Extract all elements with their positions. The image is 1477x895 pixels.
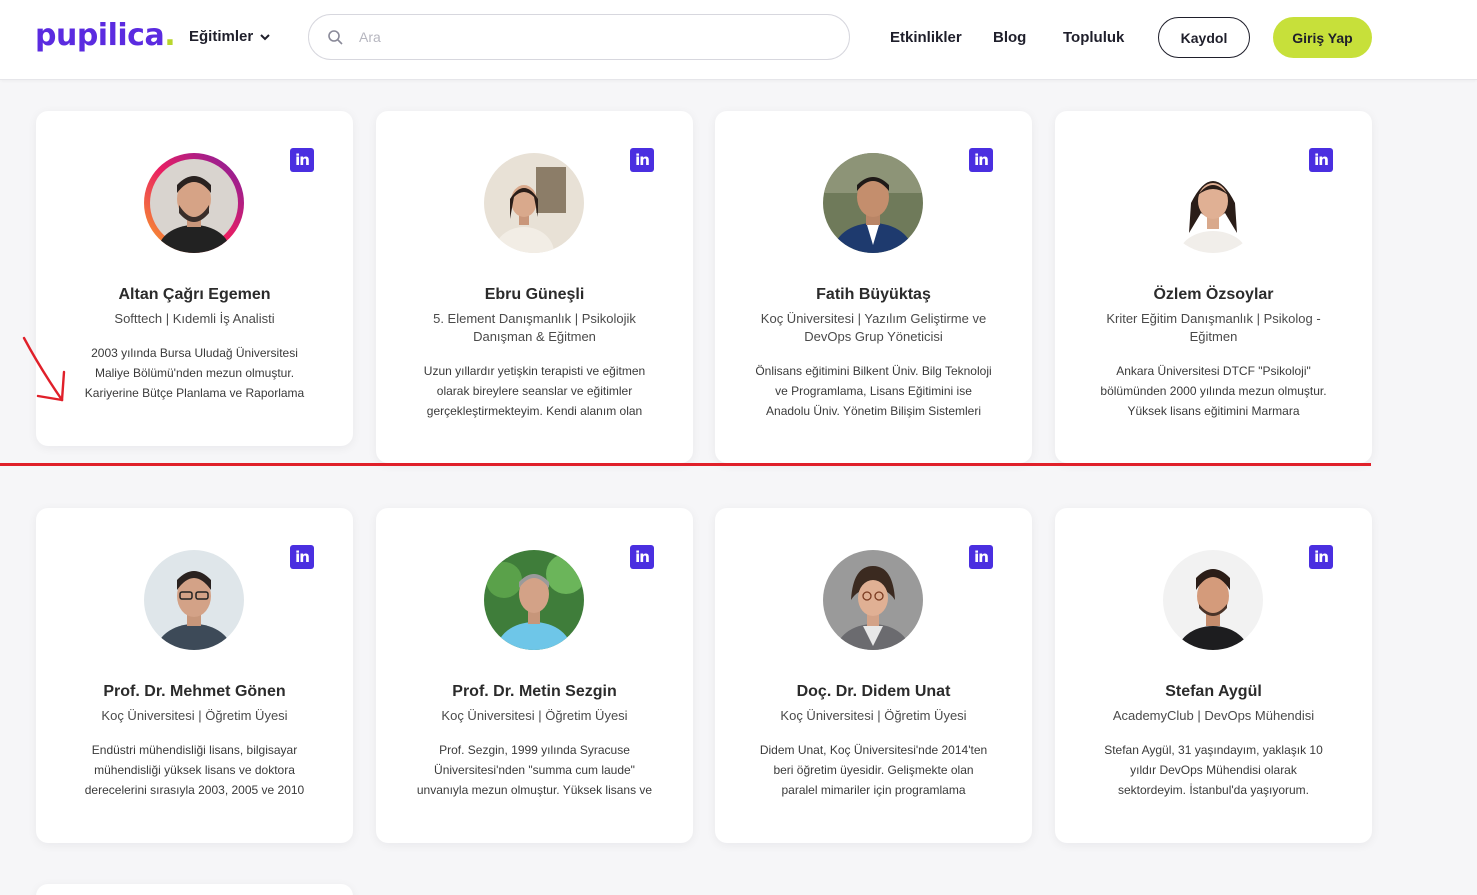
instructor-name: Stefan Aygül bbox=[1165, 683, 1262, 700]
instructor-name: Prof. Dr. Mehmet Gönen bbox=[103, 683, 286, 700]
instructor-bio: Endüstri mühendisliği lisans, bilgisayar… bbox=[84, 743, 305, 797]
instructor-card[interactable]: in Altan Çağrı Egemen Softtech | Kıdemli… bbox=[36, 111, 353, 446]
instructor-name: Doç. Dr. Didem Unat bbox=[796, 683, 951, 700]
linkedin-icon[interactable]: in bbox=[290, 545, 314, 569]
search-icon bbox=[328, 30, 343, 45]
pupilica-logo[interactable]: pupilica. bbox=[35, 18, 176, 53]
search-input[interactable] bbox=[359, 29, 819, 45]
instructor-bio: Ankara Üniversitesi DTCF "Psikoloji" böl… bbox=[1100, 364, 1327, 418]
nav-blog-link[interactable]: Blog bbox=[993, 29, 1026, 46]
avatar bbox=[144, 550, 244, 650]
trainings-menu[interactable]: Eğitimler bbox=[189, 28, 271, 45]
login-button[interactable]: Giriş Yap bbox=[1273, 17, 1372, 58]
avatar bbox=[823, 550, 923, 650]
instructor-name: Fatih Büyüktaş bbox=[816, 286, 931, 303]
avatar bbox=[1163, 153, 1263, 253]
instructor-card-partial[interactable] bbox=[36, 884, 353, 895]
trainings-menu-label: Eğitimler bbox=[189, 28, 254, 45]
instructor-role: Koç Üniversitesi | Yazılım Geliştirme ve… bbox=[760, 311, 987, 344]
instructor-card[interactable]: in Fatih Büyüktaş Koç Üniversitesi | Yaz… bbox=[715, 111, 1032, 463]
instructor-name: Ebru Güneşli bbox=[484, 286, 585, 303]
avatar bbox=[144, 153, 244, 253]
instructor-role: Softtech | Kıdemli İş Analisti bbox=[114, 311, 275, 326]
instructor-card[interactable]: in Doç. Dr. Didem Unat Koç Üniversitesi … bbox=[715, 508, 1032, 843]
linkedin-icon[interactable]: in bbox=[1309, 148, 1333, 172]
chevron-down-icon bbox=[260, 33, 270, 40]
instructor-name: Altan Çağrı Egemen bbox=[118, 286, 271, 303]
instructor-role: Koç Üniversitesi | Öğretim Üyesi bbox=[780, 708, 967, 723]
instructor-role: Kriter Eğitim Danışmanlık | Psikolog - E… bbox=[1106, 311, 1321, 344]
linkedin-icon[interactable]: in bbox=[290, 148, 314, 172]
instructor-role: 5. Element Danışmanlık | Psikolojik Danı… bbox=[433, 311, 636, 344]
register-button[interactable]: Kaydol bbox=[1158, 17, 1250, 58]
avatar bbox=[484, 550, 584, 650]
instructor-bio: Didem Unat, Koç Üniversitesi'nde 2014'te… bbox=[759, 743, 988, 797]
instructor-card[interactable]: in Stefan Aygül AcademyClub | DevOps Müh… bbox=[1055, 508, 1372, 843]
nav-events-link[interactable]: Etkinlikler bbox=[890, 29, 962, 46]
annotation-arrow-icon bbox=[22, 336, 66, 402]
instructor-role: Koç Üniversitesi | Öğretim Üyesi bbox=[101, 708, 288, 723]
instructor-bio: Stefan Aygül, 31 yaşındayım, yaklaşık 10… bbox=[1104, 743, 1323, 797]
avatar bbox=[1163, 550, 1263, 650]
instructor-bio: Uzun yıllardır yetişkin terapisti ve eği… bbox=[423, 364, 646, 418]
instructor-bio: Önlisans eğitimini Bilkent Üniv. Bilg Te… bbox=[755, 364, 992, 418]
top-navigation-bar: pupilica. Eğitimler Etkinlikler Blog Top… bbox=[0, 0, 1477, 80]
linkedin-icon[interactable]: in bbox=[969, 148, 993, 172]
instructor-role: Koç Üniversitesi | Öğretim Üyesi bbox=[441, 708, 628, 723]
linkedin-icon[interactable]: in bbox=[630, 545, 654, 569]
instructor-card[interactable]: in Prof. Dr. Metin Sezgin Koç Üniversite… bbox=[376, 508, 693, 843]
instructor-card[interactable]: in Özlem Özsoylar Kriter Eğitim Danışman… bbox=[1055, 111, 1372, 463]
linkedin-icon[interactable]: in bbox=[630, 148, 654, 172]
linkedin-icon[interactable]: in bbox=[969, 545, 993, 569]
nav-community-link[interactable]: Topluluk bbox=[1063, 29, 1124, 46]
avatar bbox=[484, 153, 584, 253]
instructor-name: Prof. Dr. Metin Sezgin bbox=[452, 683, 617, 700]
instructor-card[interactable]: in Ebru Güneşli 5. Element Danışmanlık |… bbox=[376, 111, 693, 463]
instructor-name: Özlem Özsoylar bbox=[1153, 286, 1274, 303]
avatar bbox=[823, 153, 923, 253]
instructor-card[interactable]: in Prof. Dr. Mehmet Gönen Koç Üniversite… bbox=[36, 508, 353, 843]
instructor-bio: Prof. Sezgin, 1999 yılında Syracuse Üniv… bbox=[416, 743, 653, 797]
annotation-red-line bbox=[0, 463, 1371, 466]
search-box[interactable] bbox=[308, 14, 850, 60]
instructor-bio: 2003 yılında Bursa Uludağ Üniversitesi M… bbox=[84, 346, 305, 400]
instructor-role: AcademyClub | DevOps Mühendisi bbox=[1112, 708, 1315, 723]
linkedin-icon[interactable]: in bbox=[1309, 545, 1333, 569]
